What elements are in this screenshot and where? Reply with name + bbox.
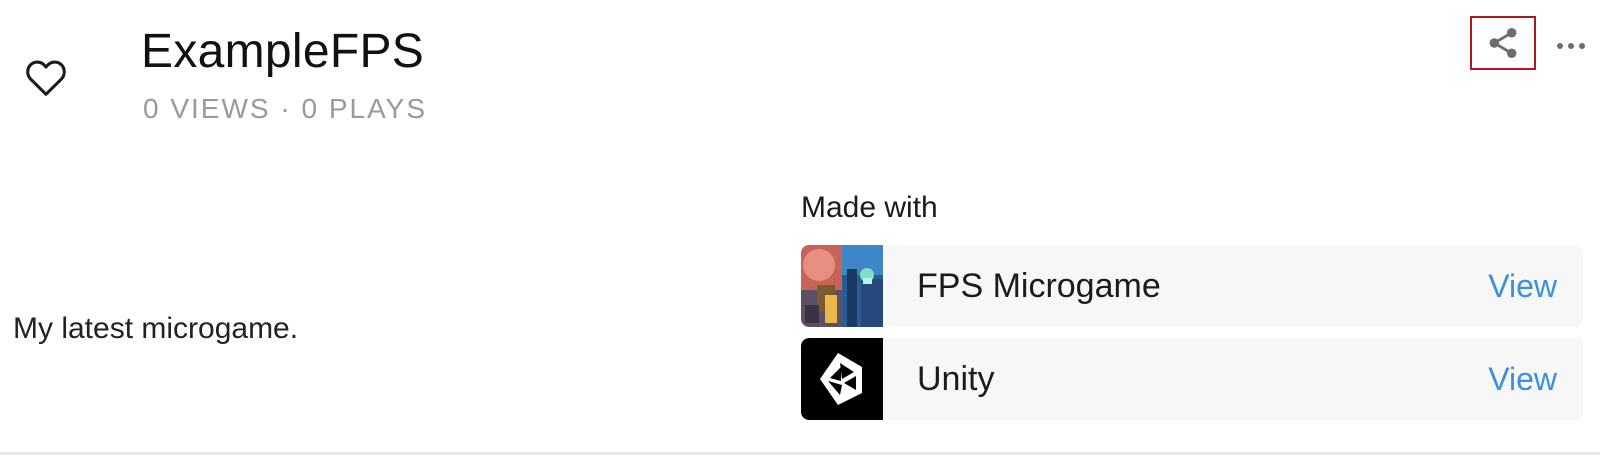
page-title: ExampleFPS <box>141 25 425 78</box>
fps-microgame-thumbnail <box>801 245 883 327</box>
project-description: My latest microgame. <box>13 312 299 345</box>
more-options-button[interactable] <box>1552 28 1590 64</box>
unity-logo <box>801 338 883 420</box>
made-with-item-fps-microgame[interactable]: FPS Microgame View <box>801 245 1583 327</box>
like-button[interactable] <box>20 52 72 102</box>
made-with-item-name: Unity <box>917 359 995 398</box>
made-with-item-unity[interactable]: Unity View <box>801 338 1583 420</box>
project-page: ExampleFPS 0 VIEWS · 0 PLAYS My latest m… <box>0 0 1600 459</box>
view-link[interactable]: View <box>1488 361 1557 398</box>
view-play-stats: 0 VIEWS · 0 PLAYS <box>143 93 428 124</box>
section-divider <box>0 452 1600 455</box>
more-horizontal-icon <box>1557 43 1585 49</box>
heart-outline-icon <box>26 60 66 96</box>
made-with-heading: Made with <box>801 191 938 224</box>
view-link[interactable]: View <box>1488 268 1557 305</box>
made-with-item-name: FPS Microgame <box>917 266 1161 305</box>
share-button[interactable] <box>1470 16 1536 70</box>
share-icon <box>1489 27 1517 59</box>
